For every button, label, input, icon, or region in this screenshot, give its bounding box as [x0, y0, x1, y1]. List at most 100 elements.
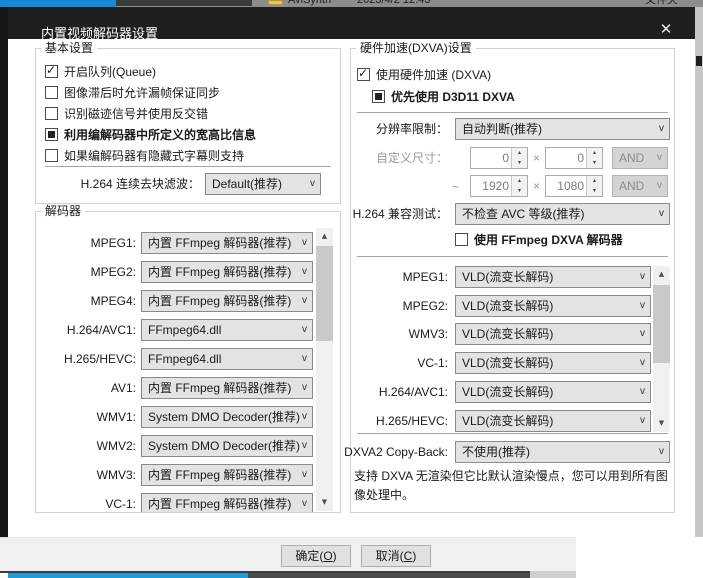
dxva-mode-select-h264[interactable]: VLD(流变长解码): [455, 381, 651, 403]
cancel-button[interactable]: 取消(C): [361, 545, 431, 567]
spin-down-icon[interactable]: [512, 186, 527, 196]
decoder-select-mpeg4[interactable]: 内置 FFmpeg 解码器(推荐): [141, 290, 313, 312]
decoder-row-label: WMV2:: [96, 439, 136, 453]
combo-value: 内置 FFmpeg 解码器(推荐): [148, 497, 292, 511]
checkbox-checked-icon[interactable]: [45, 64, 58, 78]
basic-settings-group-title: 基本设置: [41, 41, 98, 55]
checkbox-unchecked-icon[interactable]: [45, 148, 58, 162]
copyback-label: DXVA2 Copy-Back:: [344, 445, 448, 459]
spin-up-icon[interactable]: [512, 148, 527, 158]
chevron-down-icon: [310, 174, 315, 194]
scroll-down-icon[interactable]: [653, 415, 670, 432]
h264-deblock-select[interactable]: Default(推荐): [205, 173, 321, 195]
spin-up-icon[interactable]: [587, 176, 602, 186]
checkbox-unchecked-icon[interactable]: [455, 232, 468, 246]
background-scrollbar-sliver: [695, 7, 703, 571]
dxva-modes-scrollbar[interactable]: [653, 266, 670, 432]
chevron-down-icon: [659, 442, 664, 462]
decoder-row-label: H.265/HEVC:: [63, 352, 136, 366]
chevron-down-icon: [640, 324, 645, 344]
checkbox-drop-frames-sync[interactable]: 图像滞后时允许漏帧保证同步: [45, 84, 220, 100]
background-explorer-strip: AviSynth 2023/4/2 12:43 文件夹: [0, 0, 703, 7]
checkbox-use-codec-aspect-ratio[interactable]: 利用编解码器中所定义的宽高比信息: [45, 126, 256, 142]
checkbox-closed-captions[interactable]: 如果编解码器有隐藏式字幕则支持: [45, 147, 244, 163]
copyback-select[interactable]: 不使用(推荐): [455, 441, 670, 463]
combo-value: AND: [619, 179, 645, 193]
combo-value: VLD(流变长解码): [462, 299, 554, 313]
max-height-stepper[interactable]: 1080: [545, 175, 603, 197]
checkbox-indeterminate-icon[interactable]: [45, 127, 58, 141]
scrollbar-thumb[interactable]: [316, 246, 333, 341]
max-width-stepper[interactable]: 1920: [470, 175, 528, 197]
ok-button[interactable]: 确定(O): [281, 545, 351, 567]
decoder-select-mpeg2[interactable]: 内置 FFmpeg 解码器(推荐): [141, 261, 313, 283]
checkbox-deinterlace-flags[interactable]: 识别磁迹信号并使用反交错: [45, 105, 208, 121]
dxva-mode-select-h265[interactable]: VLD(流变长解码): [455, 410, 651, 432]
combo-value: System DMO Decoder(推荐): [148, 439, 301, 453]
decoder-select-wmv3[interactable]: 内置 FFmpeg 解码器(推荐): [141, 464, 313, 486]
checkbox-checked-icon[interactable]: [357, 67, 370, 81]
background-teal-strip: [8, 573, 248, 578]
dxva-mode-select-mpeg2[interactable]: VLD(流变长解码): [455, 295, 651, 317]
background-scroll-arrow-icon: [696, 56, 702, 66]
separator: [45, 166, 331, 167]
ok-mnemonic: O: [323, 549, 333, 563]
chevron-down-icon: [302, 349, 307, 369]
decoder-select-wmv2[interactable]: System DMO Decoder(推荐): [141, 435, 313, 457]
scroll-down-icon[interactable]: [316, 494, 333, 511]
chevron-down-icon: [659, 204, 664, 224]
spin-up-icon[interactable]: [512, 176, 527, 186]
scroll-up-icon[interactable]: [653, 266, 670, 283]
h264-compat-select[interactable]: 不检查 AVC 等级(推荐): [455, 203, 670, 225]
chevron-down-icon: [302, 320, 307, 340]
dxva-mode-row-label: H.264/AVC1:: [378, 385, 448, 399]
decoder-select-av1[interactable]: 内置 FFmpeg 解码器(推荐): [141, 377, 313, 399]
dxva-mode-select-mpeg1[interactable]: VLD(流变长解码): [455, 266, 651, 288]
checkbox-use-hw-accel[interactable]: 使用硬件加速 (DXVA): [357, 66, 491, 82]
min-height-stepper[interactable]: 0: [545, 147, 603, 169]
min-width-stepper[interactable]: 0: [470, 147, 528, 169]
times-symbol: ×: [533, 179, 541, 193]
dxva-mode-select-wmv3[interactable]: VLD(流变长解码): [455, 323, 651, 345]
resolution-limit-select[interactable]: 自动判断(推荐): [455, 118, 670, 140]
checkbox-enable-queue[interactable]: 开启队列(Queue): [45, 63, 156, 79]
spin-down-icon[interactable]: [587, 158, 602, 168]
combo-value: FFmpeg64.dll: [148, 352, 222, 366]
dialog-titlebar[interactable]: 内置视频解码器设置 ✕: [8, 7, 695, 41]
spin-down-icon[interactable]: [587, 186, 602, 196]
checkbox-unchecked-icon[interactable]: [45, 85, 58, 99]
checkbox-prefer-d3d11[interactable]: 优先使用 D3D11 DXVA: [372, 88, 515, 104]
dxva-mode-row-label: H.265/HEVC:: [375, 414, 448, 428]
scroll-up-icon[interactable]: [316, 228, 333, 245]
background-selection: [0, 0, 116, 7]
background-type: 文件夹: [645, 0, 678, 6]
decoders-scrollbar[interactable]: [316, 228, 333, 511]
decoder-select-vc1[interactable]: 内置 FFmpeg 解码器(推荐): [141, 493, 313, 512]
decoder-select-mpeg1[interactable]: 内置 FFmpeg 解码器(推荐): [141, 232, 313, 254]
checkbox-label: 如果编解码器有隐藏式字幕则支持: [64, 148, 245, 163]
decoder-select-h265[interactable]: FFmpeg64.dll: [141, 348, 313, 370]
checkbox-unchecked-icon[interactable]: [45, 106, 58, 120]
checkbox-ffmpeg-dxva[interactable]: 使用 FFmpeg DXVA 解码器: [455, 231, 623, 247]
spin-value: 1920: [482, 179, 509, 193]
scrollbar-thumb[interactable]: [653, 285, 670, 363]
spin-up-icon[interactable]: [587, 148, 602, 158]
spin-down-icon[interactable]: [512, 158, 527, 168]
combo-value: VLD(流变长解码): [462, 414, 554, 428]
custom-size-label: 自定义尺寸：: [375, 151, 448, 165]
dxva-mode-select-vc1[interactable]: VLD(流变长解码): [455, 352, 651, 374]
decoder-row-label: VC-1:: [105, 497, 136, 511]
combo-value: System DMO Decoder(推荐): [148, 410, 301, 424]
combo-value: 内置 FFmpeg 解码器(推荐): [148, 294, 292, 308]
decoder-row-label: MPEG1:: [90, 236, 136, 250]
separator: [357, 112, 668, 113]
decoder-select-h264[interactable]: FFmpeg64.dll: [141, 319, 313, 341]
separator: [357, 433, 668, 434]
chevron-down-icon: [640, 267, 645, 287]
spin-value: 1080: [557, 179, 584, 193]
background-white-area: [576, 537, 703, 578]
combo-value: 自动判断(推荐): [462, 122, 542, 136]
decoder-select-wmv1[interactable]: System DMO Decoder(推荐): [141, 406, 313, 428]
decoder-row-label: MPEG4:: [90, 294, 136, 308]
checkbox-indeterminate-icon[interactable]: [372, 89, 385, 103]
